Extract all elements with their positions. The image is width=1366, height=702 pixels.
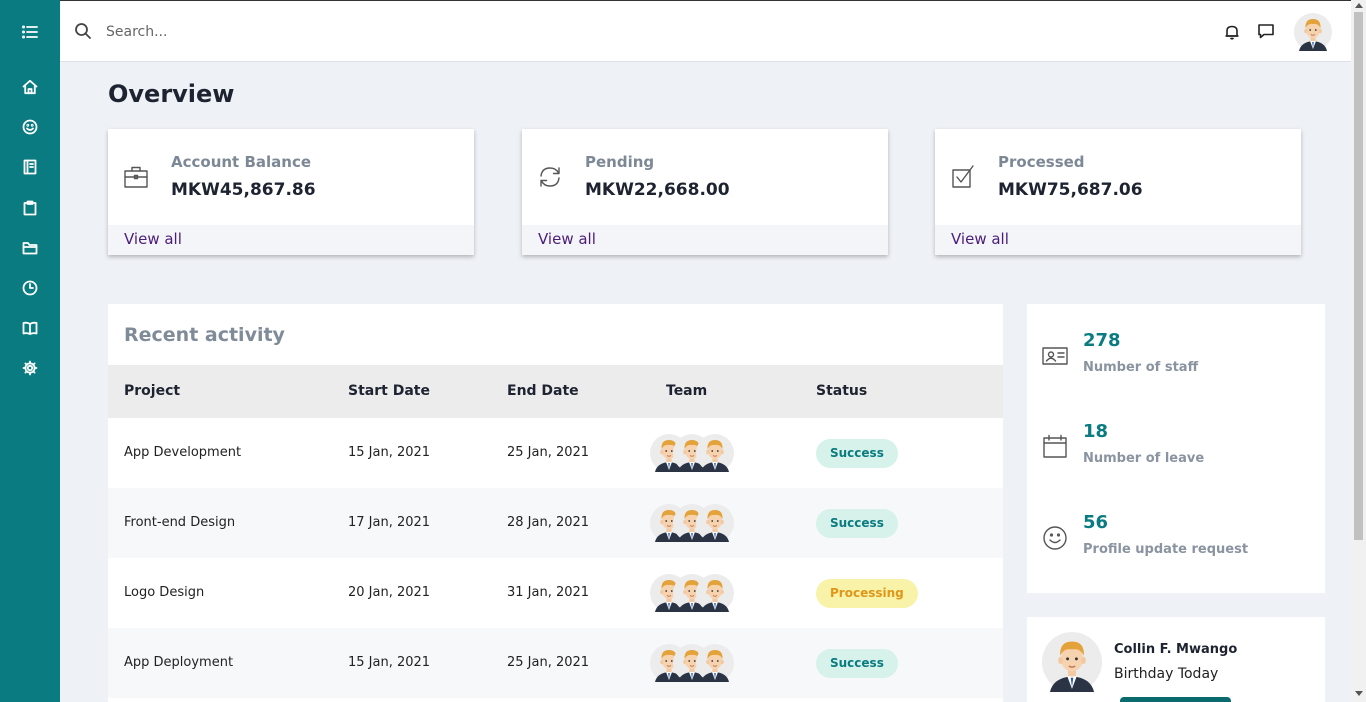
status-badge: Success: [816, 649, 898, 678]
column-header: Start Date: [348, 383, 430, 399]
table-row[interactable]: App Deployment 15 Jan, 2021 25 Jan, 2021…: [108, 628, 1003, 698]
avatar: [696, 504, 734, 542]
stat-number: 278: [1083, 330, 1121, 351]
page-title: Overview: [108, 80, 235, 108]
project-cell: App Development: [124, 445, 242, 460]
open-book-icon[interactable]: [20, 318, 40, 338]
stat-number: 18: [1083, 421, 1109, 442]
stat-label: Number of leave: [1083, 451, 1205, 466]
briefcase-icon: [122, 163, 152, 193]
top-bar: [60, 0, 1351, 62]
view-all-link[interactable]: View all: [538, 230, 596, 248]
card-label: Account Balance: [171, 153, 312, 171]
sidebar: [0, 0, 60, 702]
recent-activity-panel: Recent activity Project Start Date End D…: [108, 304, 1003, 702]
birthday-card: Collin F. Mwango Birthday Today: [1027, 617, 1325, 702]
column-header: Team: [666, 383, 708, 399]
birthday-subtitle: Birthday Today: [1114, 666, 1219, 682]
section-title: Recent activity: [124, 324, 285, 346]
card-value: MKW75,687.06: [998, 180, 1143, 200]
card-label: Pending: [585, 153, 655, 171]
bell-icon[interactable]: [1223, 23, 1241, 41]
card-footer: View all: [935, 225, 1301, 255]
table-row[interactable]: App Development 15 Jan, 2021 25 Jan, 202…: [108, 418, 1003, 488]
smiley-icon[interactable]: [20, 117, 40, 137]
end-date-cell: 25 Jan, 2021: [507, 445, 590, 460]
team-avatars: [650, 434, 740, 472]
team-avatars: [650, 644, 740, 682]
book-icon[interactable]: [20, 157, 40, 177]
refresh-icon: [536, 163, 566, 193]
avatar: [1042, 632, 1102, 692]
view-all-link[interactable]: View all: [124, 230, 182, 248]
scroll-up-arrow-icon[interactable]: [1355, 3, 1363, 8]
scroll-thumb[interactable]: [1354, 12, 1363, 540]
stat-profile-updates: 56 Profile update request: [1027, 496, 1325, 576]
card-label: Processed: [998, 153, 1085, 171]
project-cell: App Deployment: [124, 655, 234, 670]
column-header: End Date: [507, 383, 579, 399]
card-footer: View all: [522, 225, 888, 255]
smiley-icon: [1041, 524, 1071, 554]
view-all-link[interactable]: View all: [951, 230, 1009, 248]
user-avatar[interactable]: [1294, 13, 1332, 51]
end-date-cell: 25 Jan, 2021: [507, 655, 590, 670]
table-row[interactable]: Logo Design 20 Jan, 2021 31 Jan, 2021 Pr…: [108, 558, 1003, 628]
project-cell: Logo Design: [124, 585, 205, 600]
search-icon[interactable]: [74, 22, 94, 42]
birthday-name: Collin F. Mwango: [1114, 642, 1238, 657]
start-date-cell: 15 Jan, 2021: [348, 655, 431, 670]
table-row[interactable]: Front-end Design 17 Jan, 2021 28 Jan, 20…: [108, 488, 1003, 558]
gear-icon[interactable]: [20, 358, 40, 378]
end-date-cell: 31 Jan, 2021: [507, 585, 590, 600]
avatar: [696, 574, 734, 612]
status-badge: Processing: [816, 579, 918, 608]
search-input[interactable]: [106, 20, 506, 44]
status-badge: Success: [816, 439, 898, 468]
end-date-cell: 28 Jan, 2021: [507, 515, 590, 530]
clipboard-icon[interactable]: [20, 198, 40, 218]
avatar: [696, 644, 734, 682]
stats-panel: 278 Number of staff 18 Number of leave 5…: [1027, 304, 1325, 593]
account-balance-card: Account Balance MKW45,867.86 View all: [108, 129, 474, 255]
scroll-down-arrow-icon[interactable]: [1355, 691, 1363, 696]
project-cell: Front-end Design: [124, 515, 236, 530]
stat-number: 56: [1083, 512, 1109, 533]
avatar: [696, 434, 734, 472]
menu-list-icon[interactable]: [20, 22, 40, 42]
calendar-icon: [1041, 433, 1071, 463]
id-card-icon: [1041, 342, 1071, 372]
column-header: Status: [816, 383, 868, 399]
folder-icon[interactable]: [20, 238, 40, 258]
start-date-cell: 15 Jan, 2021: [348, 445, 431, 460]
birthday-action-button[interactable]: [1120, 697, 1231, 702]
stat-label: Profile update request: [1083, 542, 1249, 557]
clock-icon[interactable]: [20, 278, 40, 298]
start-date-cell: 17 Jan, 2021: [348, 515, 431, 530]
home-icon[interactable]: [20, 77, 40, 97]
stat-staff: 278 Number of staff: [1027, 314, 1325, 394]
column-header: Project: [124, 383, 181, 399]
card-value: MKW22,668.00: [585, 180, 730, 200]
start-date-cell: 20 Jan, 2021: [348, 585, 431, 600]
status-badge: Success: [816, 509, 898, 538]
table-header: Project Start Date End Date Team Status: [108, 365, 1003, 418]
checkbox-icon: [949, 163, 979, 193]
card-value: MKW45,867.86: [171, 180, 316, 200]
pending-card: Pending MKW22,668.00 View all: [522, 129, 888, 255]
card-footer: View all: [108, 225, 474, 255]
team-avatars: [650, 574, 740, 612]
stat-leave: 18 Number of leave: [1027, 405, 1325, 485]
processed-card: Processed MKW75,687.06 View all: [935, 129, 1301, 255]
scrollbar[interactable]: [1351, 0, 1366, 702]
message-icon[interactable]: [1257, 22, 1277, 42]
team-avatars: [650, 504, 740, 542]
stat-label: Number of staff: [1083, 360, 1199, 375]
